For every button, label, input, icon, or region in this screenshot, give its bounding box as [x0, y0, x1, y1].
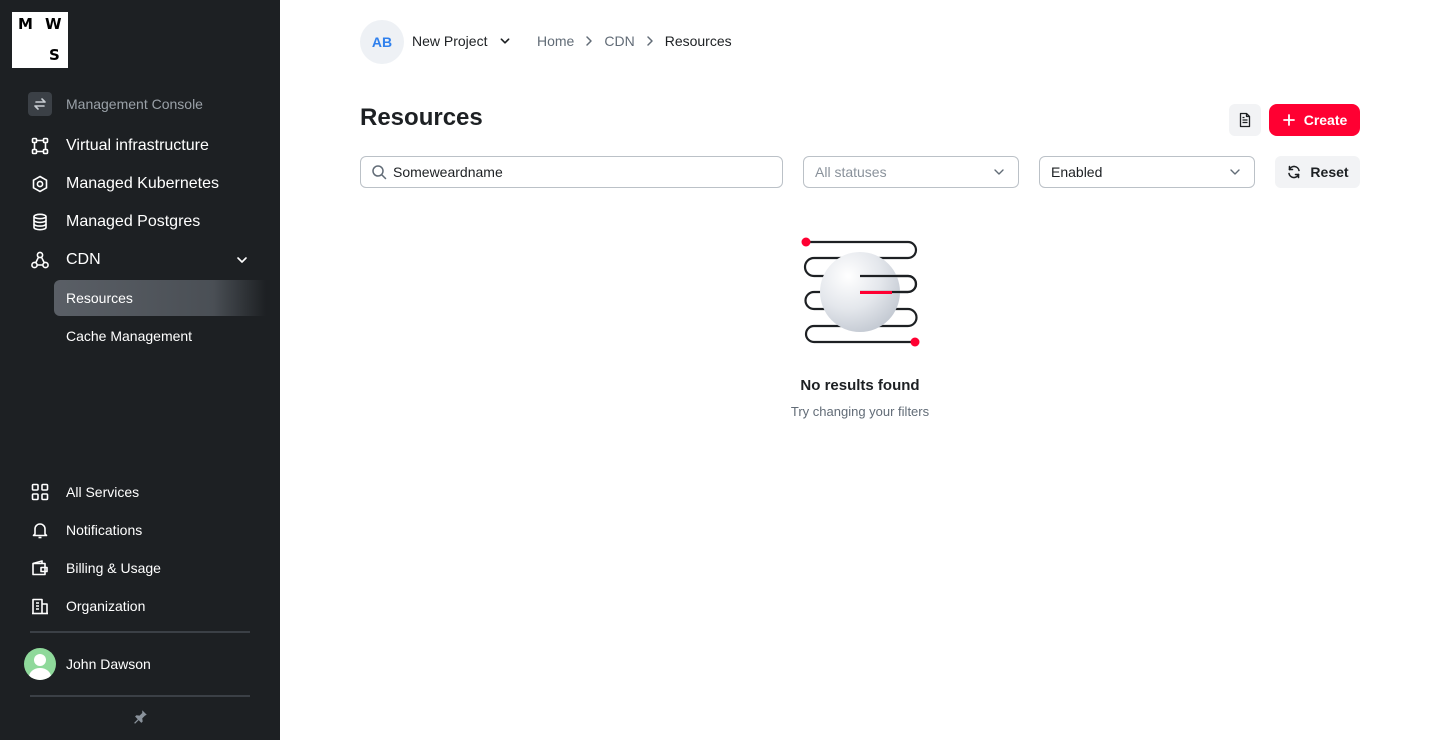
create-button[interactable]: Create [1269, 104, 1360, 136]
enabled-filter-value: Enabled [1051, 164, 1103, 180]
reset-button-label: Reset [1310, 164, 1349, 180]
chevron-down-icon [1230, 169, 1240, 175]
mws-logo[interactable]: M W S [12, 12, 68, 68]
breadcrumb-cdn[interactable]: CDN [604, 33, 634, 49]
sidebar-subitem-cache-management[interactable]: Cache Management [54, 318, 266, 354]
pin-icon[interactable] [131, 708, 149, 726]
sidebar-item-managed-postgres[interactable]: Managed Postgres [28, 206, 200, 238]
bell-icon [28, 518, 52, 542]
management-console-link[interactable]: Management Console [28, 88, 203, 120]
sidebar-divider [30, 695, 250, 697]
sidebar-item-billing[interactable]: Billing & Usage [28, 552, 161, 584]
chevron-down-icon[interactable] [232, 250, 252, 270]
status-filter-select[interactable]: All statuses [803, 156, 1019, 188]
database-icon [28, 210, 52, 234]
create-button-label: Create [1303, 112, 1348, 128]
search-input[interactable] [393, 164, 773, 180]
sidebar-item-label: Virtual infrastructure [66, 137, 209, 154]
sidebar-item-organization[interactable]: Organization [28, 590, 145, 622]
breadcrumb-current: Resources [664, 33, 732, 49]
kubernetes-icon [28, 172, 52, 196]
sidebar-subitem-resources[interactable]: Resources [54, 280, 266, 316]
sidebar-item-label: Organization [66, 598, 146, 614]
chevron-right-icon [586, 36, 593, 46]
chevron-down-icon [994, 169, 1004, 175]
avatar [24, 648, 56, 680]
page-title: Resources [360, 104, 483, 131]
reset-button[interactable]: Reset [1275, 156, 1360, 188]
grid-icon [28, 480, 52, 504]
enabled-filter-select[interactable]: Enabled [1039, 156, 1255, 188]
empty-state-subtitle: Try changing your filters [790, 404, 930, 419]
user-profile[interactable]: John Dawson [24, 648, 151, 680]
refresh-icon [1288, 165, 1301, 179]
project-name[interactable]: New Project [412, 33, 487, 49]
empty-state-illustration [801, 237, 920, 347]
chevron-down-icon[interactable] [496, 32, 514, 50]
status-filter-value: All statuses [815, 164, 887, 180]
switch-icon [28, 92, 52, 116]
cdn-icon [28, 248, 52, 272]
sidebar-item-label: Billing & Usage [66, 560, 161, 576]
sidebar-item-managed-kubernetes[interactable]: Managed Kubernetes [28, 168, 219, 200]
project-avatar[interactable]: AB [360, 20, 404, 64]
plus-icon [1282, 114, 1295, 126]
logo-letter-s: S [49, 46, 60, 64]
sidebar: M W S Management Console Virtual infrast… [0, 0, 280, 740]
logo-letter-w: W [45, 15, 62, 33]
sidebar-item-notifications[interactable]: Notifications [28, 514, 142, 546]
sidebar-item-cdn[interactable]: CDN [28, 244, 101, 276]
management-console-label: Management Console [66, 96, 203, 112]
breadcrumb-home[interactable]: Home [537, 33, 574, 49]
building-icon [28, 594, 52, 618]
sidebar-item-label: CDN [66, 251, 101, 268]
documentation-button[interactable] [1229, 104, 1261, 136]
breadcrumb: Home CDN Resources [537, 33, 732, 49]
nodes-icon [28, 134, 52, 158]
sidebar-item-all-services[interactable]: All Services [28, 476, 139, 508]
empty-state-title: No results found [800, 377, 920, 394]
chevron-right-icon [646, 36, 653, 46]
logo-letter-m: M [18, 15, 33, 33]
sidebar-item-label: All Services [66, 484, 140, 500]
sidebar-item-label: Managed Kubernetes [66, 175, 219, 192]
user-name: John Dawson [66, 656, 151, 672]
sidebar-item-virtual-infrastructure[interactable]: Virtual infrastructure [28, 130, 209, 162]
sidebar-item-label: Managed Postgres [66, 213, 201, 230]
sidebar-item-label: Notifications [66, 522, 143, 538]
sidebar-divider [30, 631, 250, 633]
document-icon [1239, 112, 1251, 128]
search-icon [372, 165, 387, 180]
search-box[interactable] [360, 156, 783, 188]
wallet-icon [28, 556, 52, 580]
